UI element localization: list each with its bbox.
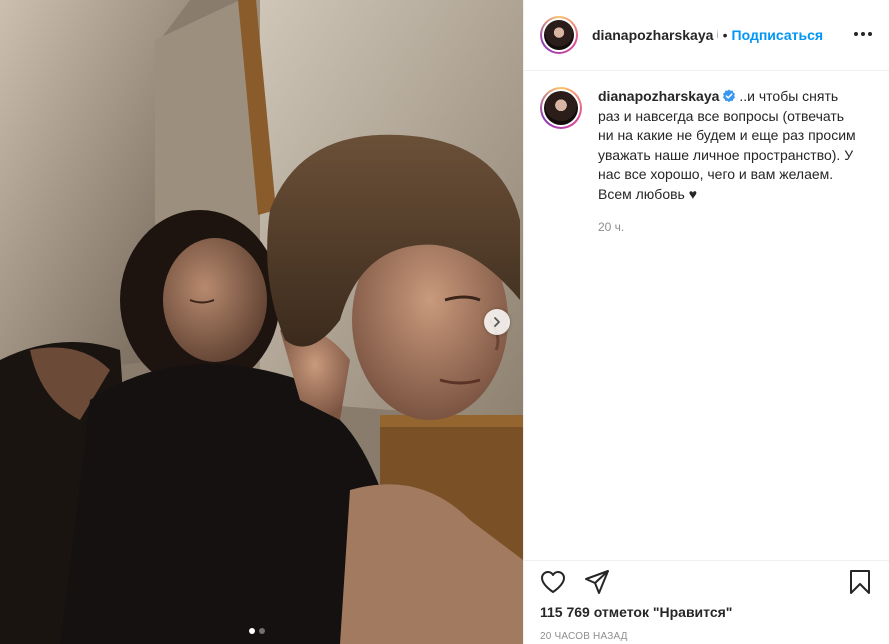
header-trail: і <box>716 29 719 41</box>
comment-timestamp[interactable]: 20 ч. <box>598 218 860 238</box>
verified-icon <box>723 89 736 103</box>
carousel-dot-2 <box>259 628 265 634</box>
avatar[interactable] <box>540 16 578 54</box>
more-icon[interactable] <box>853 24 873 44</box>
caption-text-line2: Всем любовь ♥ <box>598 185 698 202</box>
action-bar <box>524 560 889 604</box>
caption-avatar[interactable] <box>540 87 582 129</box>
carousel-indicator <box>249 628 265 634</box>
save-button[interactable] <box>845 567 875 597</box>
carousel-dot-1 <box>249 628 255 634</box>
post-photo[interactable] <box>0 0 523 644</box>
post-header: dianapozharskaya і • Подписаться <box>524 0 889 71</box>
post-timestamp[interactable]: 20 часов назад <box>540 631 628 642</box>
follow-button[interactable]: Подписаться <box>732 27 824 43</box>
header-separator: • <box>722 27 728 43</box>
share-icon <box>585 570 609 594</box>
like-button[interactable] <box>538 567 568 597</box>
photo-image <box>0 0 523 644</box>
bookmark-icon <box>850 570 870 594</box>
instagram-post: dianapozharskaya і • Подписаться dianapo… <box>0 0 889 644</box>
header-username[interactable]: dianapozharskaya <box>592 27 713 43</box>
post-side-panel: dianapozharskaya і • Подписаться dianapo… <box>523 0 889 644</box>
caption-username[interactable]: dianapozharskaya <box>598 88 719 104</box>
heart-icon <box>541 571 565 593</box>
share-button[interactable] <box>582 567 612 597</box>
caption-body: dianapozharskaya ..и чтобы снять раз и н… <box>598 87 860 238</box>
carousel-next-button[interactable] <box>484 309 510 335</box>
likes-count[interactable]: 115 769 отметок "Нравится" <box>540 604 732 620</box>
caption-comment: dianapozharskaya ..и чтобы снять раз и н… <box>524 71 889 238</box>
chevron-right-icon <box>494 317 500 327</box>
